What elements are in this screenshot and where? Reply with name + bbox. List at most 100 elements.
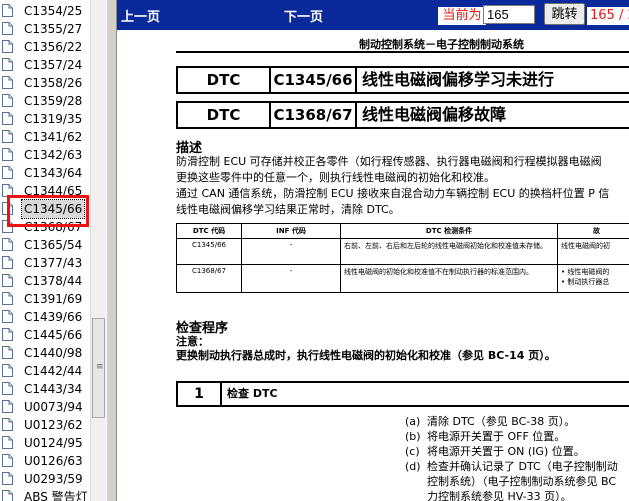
- tree-item-label: C1359/28: [24, 94, 83, 108]
- sub-step: (c) 将电源开关置于 ON (IG) 位置。: [405, 443, 585, 459]
- tree-item-label: C1365/54: [24, 238, 83, 252]
- document-icon: [2, 112, 13, 125]
- tree-item-label: C1439/66: [24, 310, 83, 324]
- panel-splitter[interactable]: [106, 0, 117, 501]
- document-icon: [2, 76, 13, 89]
- sub-step-label: (a): [405, 415, 421, 428]
- dtc-label: DTC: [178, 68, 271, 92]
- document-icon: [2, 382, 13, 395]
- table-cell: 右前、左前、右后和左后轮的线性电磁阀初始化和校准值未存储。: [340, 238, 558, 265]
- next-page-link[interactable]: 下一页: [284, 6, 323, 25]
- document-icon: [2, 454, 13, 467]
- sub-step-text: 力控制系统参见 HV-33 页）。: [427, 490, 572, 501]
- document-icon: [2, 40, 13, 53]
- sub-step-text: 将电源开关置于 ON (IG) 位置。: [427, 445, 585, 458]
- sub-step: (d) 检查并确认记录了 DTC（电子控制制动: [405, 458, 618, 474]
- tree-item-label: C1319/35: [24, 112, 83, 126]
- tree-item-label: C1355/27: [24, 22, 83, 36]
- description-line: 更换这些零件中的任意一个，则执行线性电磁阀的初始化和校准。: [176, 171, 495, 184]
- sub-step: 力控制系统参见 HV-33 页）。: [405, 488, 572, 501]
- page-count: 165 / 2000: [587, 7, 629, 25]
- document-icon: [2, 418, 13, 431]
- document-icon: [2, 22, 13, 35]
- prev-page-link[interactable]: 上一页: [121, 6, 160, 25]
- tree-item-label: C1377/43: [24, 256, 83, 270]
- sub-step-text: 控制系统）（电子控制制动系统参见 BC: [427, 475, 617, 488]
- scrollbar-thumb[interactable]: ≡: [92, 318, 105, 418]
- table-cell: 线性电磁阀的初: [557, 238, 629, 265]
- section-header: 制动控制系统－电子控制制动系统: [359, 38, 524, 51]
- document-icon: [2, 256, 13, 269]
- sub-step: 控制系统）（电子控制制动系统参见 BC: [405, 473, 616, 489]
- document-icon: [2, 328, 13, 341]
- table-cell: • 线性电磁阀的 • 制动执行器总: [557, 264, 629, 293]
- tree-item-label: C1343/64: [24, 166, 83, 180]
- dtc-title: 线性电磁阀偏移学习未进行: [362, 70, 555, 89]
- tree-item-label: U0073/94: [24, 400, 83, 414]
- table-cell: C1368/67: [176, 264, 242, 293]
- header-rule: [176, 51, 629, 53]
- description-line: 通过 CAN 通信系统，防滑控制 ECU 接收来自混合动力车辆控制 ECU 的换…: [176, 187, 610, 200]
- tree-item-label: C1342/63: [24, 148, 83, 162]
- table-header: 故: [557, 223, 629, 239]
- selection-highlight-box: [7, 195, 89, 227]
- document-icon: [2, 490, 13, 501]
- document-icon: [2, 238, 13, 251]
- document-icon: [2, 364, 13, 377]
- tree-item-label: C1443/34: [24, 382, 83, 396]
- document-icon: [2, 58, 13, 71]
- description-line: 防滑控制 ECU 可存储并校正各零件（如行程传感器、执行器电磁阀和行程模拟器电磁…: [176, 155, 602, 168]
- document-icon: [2, 400, 13, 413]
- sidebar-scrollbar[interactable]: ≡: [90, 0, 106, 501]
- document-icon: [2, 4, 13, 17]
- document-icon: [2, 310, 13, 323]
- document-page: 制动控制系统－电子控制制动系统 DTC C1345/66 线性电磁阀偏移学习未进…: [117, 30, 629, 501]
- document-icon: [2, 472, 13, 485]
- tree-item-label: C1445/66: [24, 328, 83, 342]
- tree-item-label: U0126/63: [24, 454, 83, 468]
- dtc-code: C1345/66: [271, 68, 357, 92]
- dtc-label: DTC: [178, 103, 271, 127]
- document-icon: [2, 436, 13, 449]
- tree-item-label: C1391/69: [24, 292, 83, 306]
- current-page-label: 当前为: [438, 7, 486, 25]
- document-icon: [2, 130, 13, 143]
- tree-item-label: ABS 警告灯: [24, 490, 88, 501]
- table-cell: -: [241, 238, 341, 265]
- tree-item-label: U0124/95: [24, 436, 83, 450]
- tree-item-label: U0293/59: [24, 472, 83, 486]
- step-number: 1: [178, 383, 222, 405]
- document-icon: [2, 346, 13, 359]
- document-icon: [2, 292, 13, 305]
- document-icon: [2, 148, 13, 161]
- table-cell: 线性电磁阀的初始化和校准值不在制动执行器的标准范围内。: [340, 264, 558, 293]
- page-number-input[interactable]: [483, 5, 535, 24]
- sub-step-text: 检查并确认记录了 DTC（电子控制制动: [427, 460, 618, 473]
- note-body: 更换制动执行器总成时，执行线性电磁阀的初始化和校准（参见 BC-14 页）。: [176, 349, 556, 362]
- grip-icon: ≡: [96, 362, 104, 372]
- sub-step-label: (d): [405, 460, 421, 473]
- table-cell: C1345/66: [176, 238, 242, 265]
- table-header: INF 代码: [241, 223, 341, 239]
- table-cell: -: [241, 264, 341, 293]
- description-line: 线性电磁阀偏移学习结果正常时，清除 DTC。: [176, 203, 400, 216]
- tree-item-label: C1356/22: [24, 40, 83, 54]
- jump-button[interactable]: 跳转: [544, 3, 585, 25]
- page-toolbar: 上一页 下一页 当前为 跳转 165 / 2000: [117, 0, 629, 30]
- step-title: 检查 DTC: [227, 387, 278, 400]
- dtc-condition-table: DTC 代码 INF 代码 DTC 检测条件 故 C1345/66 - 右前、左…: [176, 223, 629, 293]
- sub-step-text: 将电源开关置于 OFF 位置。: [427, 430, 566, 443]
- sub-step: (b) 将电源开关置于 OFF 位置。: [405, 428, 565, 444]
- table-header: DTC 检测条件: [340, 223, 558, 239]
- tree-item-label: C1442/44: [24, 364, 83, 378]
- dtc-code: C1368/67: [271, 103, 357, 127]
- document-icon: [2, 94, 13, 107]
- tree-item-label: C1357/24: [24, 58, 83, 72]
- dtc-title: 线性电磁阀偏移故障: [362, 105, 507, 124]
- sub-step-label: (b): [405, 430, 421, 443]
- dtc-title-box: DTC C1368/67 线性电磁阀偏移故障: [176, 101, 629, 129]
- step-box: 1 检查 DTC: [176, 381, 629, 407]
- table-header: DTC 代码: [176, 223, 242, 239]
- tree-item-label: C1341/62: [24, 130, 83, 144]
- sub-step-text: 清除 DTC（参见 BC-38 页）。: [427, 415, 576, 428]
